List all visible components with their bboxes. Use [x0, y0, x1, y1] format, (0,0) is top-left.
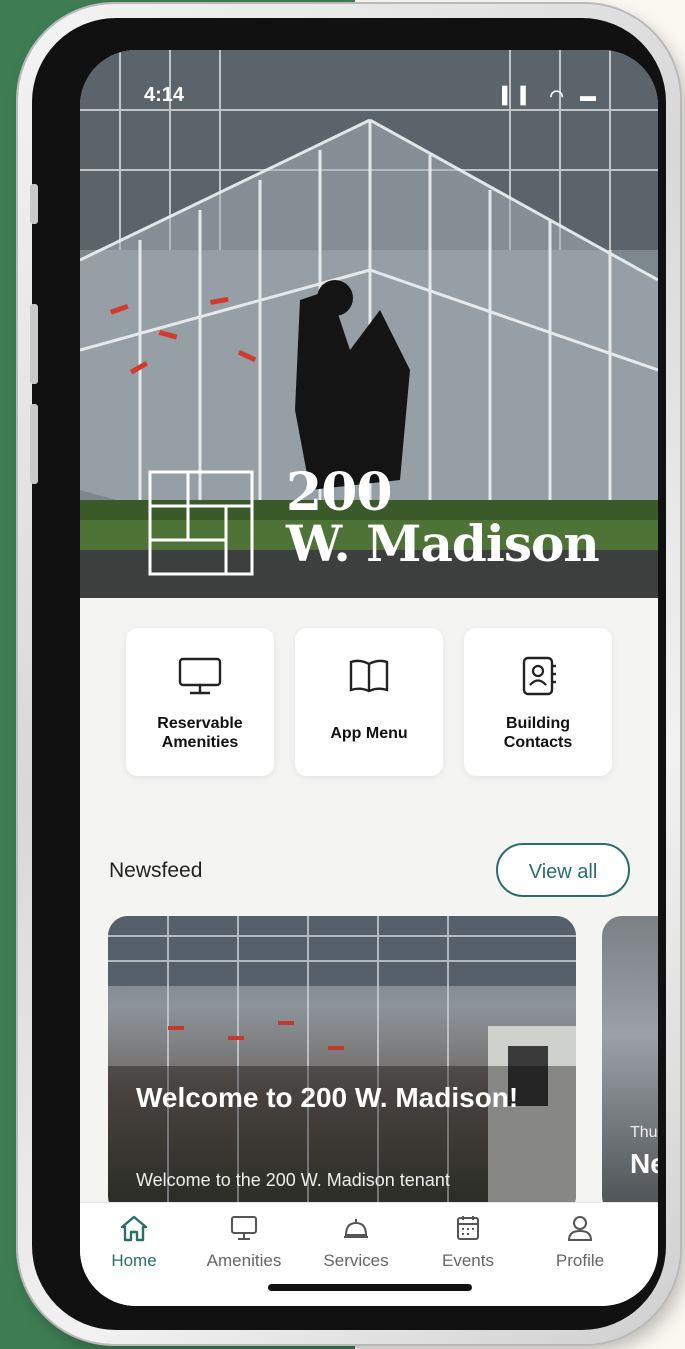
book-icon — [349, 659, 389, 693]
tile-label: Reservable Amenities — [157, 715, 243, 751]
news-card[interactable]: Welcome to 200 W. Madison! Welcome to th… — [108, 916, 576, 1216]
building-logo: 200 W. Madison — [148, 462, 628, 580]
service-bell-icon — [344, 1219, 368, 1238]
tab-label: Home — [111, 1251, 157, 1270]
news-card-next[interactable]: Thu Ne — [602, 916, 658, 1216]
tile-label: App Menu — [330, 725, 408, 742]
monitor-icon — [178, 657, 222, 695]
hero-building-image: 4:14 ▍▍ ◠ ▬ 200 W. Madison — [80, 50, 658, 598]
tab-label: Services — [323, 1251, 389, 1270]
tab-label: Profile — [555, 1251, 605, 1270]
tab-home[interactable]: Home — [84, 1213, 184, 1271]
tab-events[interactable]: Events — [418, 1213, 518, 1271]
contacts-book-icon — [522, 656, 556, 696]
tab-label: Amenities — [206, 1251, 282, 1270]
reservable-amenities-tile[interactable]: Reservable Amenities — [126, 628, 274, 776]
newsfeed-heading: Newsfeed — [109, 859, 203, 882]
battery-icon: ▬ — [580, 88, 602, 105]
cellular-signal-icon: ▍▍ — [502, 88, 540, 105]
tile-label: Building Contacts — [503, 715, 573, 751]
building-contacts-tile[interactable]: Building Contacts — [464, 628, 612, 776]
home-indicator[interactable] — [268, 1284, 472, 1291]
quick-actions: Reservable Amenities App Menu Building C… — [126, 628, 616, 778]
phone-frame: 4:14 ▍▍ ◠ ▬ 200 W. Madison Reservable Am… — [18, 4, 680, 1344]
tab-profile[interactable]: Profile — [530, 1213, 630, 1271]
tab-services[interactable]: Services — [306, 1213, 406, 1271]
monitor-icon — [231, 1216, 257, 1240]
status-icons: ▍▍ ◠ ▬ — [503, 86, 602, 106]
calendar-icon — [457, 1216, 479, 1240]
tab-label: Events — [442, 1251, 494, 1270]
wifi-icon: ◠ — [549, 88, 570, 105]
volume-up-button — [30, 304, 38, 384]
logo-street: W. Madison — [286, 514, 600, 573]
mute-switch — [30, 184, 38, 224]
news-card-day: Thu — [630, 1124, 658, 1141]
status-time: 4:14 — [144, 84, 185, 106]
news-card-title: Welcome to 200 W. Madison! — [136, 1082, 519, 1113]
news-card-title: Ne — [630, 1148, 658, 1179]
app-menu-tile[interactable]: App Menu — [295, 628, 443, 776]
app-screen: 4:14 ▍▍ ◠ ▬ 200 W. Madison Reservable Am… — [80, 50, 658, 1306]
person-icon — [567, 1216, 593, 1241]
news-card-subtitle: Welcome to the 200 W. Madison tenant — [136, 1170, 450, 1190]
view-all-button[interactable]: View all — [496, 843, 630, 897]
tab-amenities[interactable]: Amenities — [194, 1213, 294, 1271]
volume-down-button — [30, 404, 38, 484]
logo-grid-mark — [148, 470, 254, 576]
home-icon — [120, 1215, 148, 1242]
